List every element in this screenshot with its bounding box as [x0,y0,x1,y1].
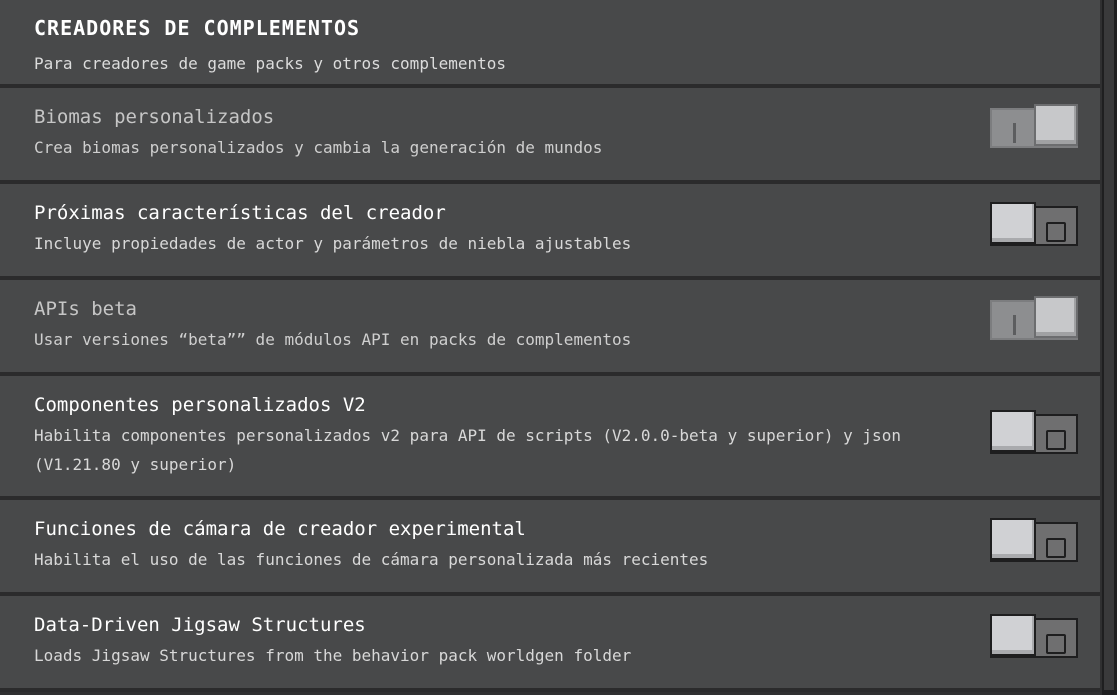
custom-components-v2-toggle[interactable] [990,410,1078,454]
setting-row-beta-apis: APIs beta Usar versiones “beta”” de módu… [0,280,1100,376]
section-subtitle: Para creadores de game packs y otros com… [34,54,507,73]
setting-title: Data-Driven Jigsaw Structures [34,614,366,636]
custom-biomes-toggle[interactable] [990,104,1078,148]
setting-row-custom-biomes: Biomas personalizados Crea biomas person… [0,88,1100,184]
setting-description: Habilita el uso de las funciones de cáma… [34,550,709,569]
toggle-off-circle-icon [1046,634,1066,654]
setting-description: Habilita componentes personalizados v2 p… [34,426,901,474]
setting-row-upcoming-creator-features: Próximas características del creador Inc… [0,184,1100,280]
upcoming-creator-features-toggle[interactable] [990,202,1078,246]
toggle-knob [1034,104,1078,146]
setting-row-custom-components-v2: Componentes personalizados V2 Habilita c… [0,376,1100,500]
section-title: Creadores de complementos [34,16,361,40]
toggle-knob [990,410,1036,452]
beta-apis-toggle[interactable] [990,296,1078,340]
toggle-knob [990,518,1036,560]
setting-description: Incluye propiedades de actor y parámetro… [34,234,632,253]
setting-description: Crea biomas personalizados y cambia la g… [34,138,603,157]
toggle-off-circle-icon [1046,430,1066,450]
section-header: Creadores de complementos Para creadores… [0,0,1100,88]
toggle-on-bar-icon [1013,123,1016,143]
setting-row-experimental-creator-camera: Funciones de cámara de creador experimen… [0,500,1100,596]
toggle-off-circle-icon [1046,222,1066,242]
toggle-knob [990,202,1036,244]
setting-description: Usar versiones “beta”” de módulos API en… [34,330,632,349]
setting-title: Próximas características del creador [34,202,446,224]
toggle-on-bar-icon [1013,315,1016,335]
setting-description: Loads Jigsaw Structures from the behavio… [34,646,632,665]
setting-title: Componentes personalizados V2 [34,394,366,416]
setting-title: Funciones de cámara de creador experimen… [34,518,526,540]
setting-title: APIs beta [34,298,137,320]
experimental-creator-camera-toggle[interactable] [990,518,1078,562]
data-driven-jigsaw-structures-toggle[interactable] [990,614,1078,658]
setting-row-data-driven-jigsaw-structures: Data-Driven Jigsaw Structures Loads Jigs… [0,596,1100,692]
toggle-knob [1034,296,1078,338]
scrollbar-thumb[interactable] [1104,0,1114,690]
toggle-knob [990,614,1036,656]
toggle-off-circle-icon [1046,538,1066,558]
setting-title: Biomas personalizados [34,106,275,128]
